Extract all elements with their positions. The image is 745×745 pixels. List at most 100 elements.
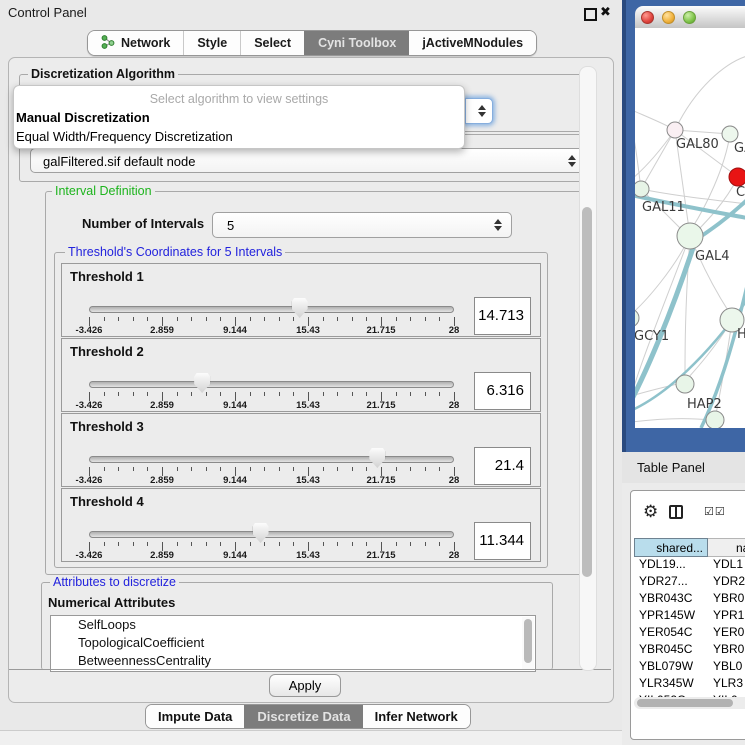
horizontal-scrollbar[interactable] bbox=[634, 697, 745, 709]
node-gal80[interactable] bbox=[667, 122, 683, 138]
node-partial[interactable] bbox=[706, 411, 724, 428]
network-nodes[interactable] bbox=[635, 122, 745, 428]
checkbox-icons[interactable]: ☑☑ bbox=[704, 505, 726, 518]
network-icon bbox=[101, 35, 115, 52]
threshold-value-field[interactable]: 21.4 bbox=[474, 447, 531, 485]
svg-text:GA: GA bbox=[734, 141, 745, 156]
top-tabstrip: Network Style Select Cyni Toolbox jActiv… bbox=[87, 30, 537, 56]
float-window-icon[interactable] bbox=[584, 8, 597, 21]
threshold-label: Threshold 4 bbox=[70, 494, 144, 509]
threshold-label: Threshold 2 bbox=[70, 344, 144, 359]
attribute-list-item[interactable]: BetweennessCentrality bbox=[51, 652, 535, 670]
scale-label: -3.426 bbox=[76, 325, 103, 336]
threshold-value-field[interactable]: 14.713 bbox=[474, 297, 531, 335]
node-gcy1[interactable] bbox=[635, 309, 639, 327]
threshold-panel-2: Threshold 2 6.316 -3.4262.8599.14415.432… bbox=[61, 338, 541, 412]
close-traffic-light-icon[interactable] bbox=[641, 11, 654, 24]
table-row[interactable]: YBL079WYBL0 bbox=[634, 659, 745, 676]
table-row[interactable]: YDL19...YDL1 bbox=[634, 557, 745, 574]
tab-select[interactable]: Select bbox=[240, 31, 304, 55]
svg-text:GAL80: GAL80 bbox=[676, 137, 719, 152]
scale-label: 2.859 bbox=[150, 400, 174, 411]
table-row[interactable]: YPR145WYPR1 bbox=[634, 608, 745, 625]
slider-ticks bbox=[89, 467, 455, 476]
threshold-value-field[interactable]: 6.316 bbox=[474, 372, 531, 410]
scale-label: 28 bbox=[449, 325, 460, 336]
slider-ticks bbox=[89, 542, 455, 551]
spinner-arrows-icon bbox=[494, 219, 501, 231]
columns-icon[interactable] bbox=[669, 505, 683, 519]
node-gal4[interactable] bbox=[677, 223, 703, 249]
attribute-list-item[interactable]: SelfLoops bbox=[51, 616, 535, 634]
panel-divider bbox=[9, 669, 611, 670]
tab-discretize-data[interactable]: Discretize Data bbox=[244, 705, 362, 728]
table-panel-header: Table Panel bbox=[622, 452, 745, 484]
list-scrollbar[interactable] bbox=[522, 617, 534, 670]
dropdown-option-equal-width[interactable]: Equal Width/Frequency Discretization bbox=[14, 127, 464, 146]
slider-ticks bbox=[89, 317, 455, 326]
scale-label: 9.144 bbox=[223, 325, 247, 336]
group-title: Attributes to discretize bbox=[50, 575, 179, 589]
scale-label: 21.715 bbox=[366, 400, 395, 411]
dropdown-prompt-item[interactable]: Select algorithm to view settings bbox=[14, 90, 464, 108]
node-gal11[interactable] bbox=[635, 181, 649, 197]
apply-button[interactable]: Apply bbox=[269, 674, 341, 697]
slider-handle[interactable] bbox=[369, 448, 385, 468]
interval-definition-group: Interval Definition Number of Intervals … bbox=[45, 191, 587, 575]
node-hap2[interactable] bbox=[676, 375, 694, 393]
zoom-traffic-light-icon[interactable] bbox=[683, 11, 696, 24]
scale-label: 15.43 bbox=[296, 475, 320, 486]
tab-style[interactable]: Style bbox=[183, 31, 240, 55]
slider-track[interactable] bbox=[89, 306, 454, 313]
slider-handle[interactable] bbox=[194, 373, 210, 393]
scrollbar-thumb[interactable] bbox=[524, 619, 532, 663]
table-data-combobox[interactable]: galFiltered.sif default node bbox=[30, 148, 586, 173]
tab-cyni-toolbox[interactable]: Cyni Toolbox bbox=[304, 31, 409, 55]
attribute-list-item[interactable]: TopologicalCoefficient bbox=[51, 634, 535, 652]
close-icon[interactable]: ✖ bbox=[600, 4, 611, 20]
minimize-traffic-light-icon[interactable] bbox=[662, 11, 675, 24]
tab-network[interactable]: Network bbox=[88, 31, 183, 55]
network-window-titlebar[interactable] bbox=[635, 6, 745, 29]
slider-track[interactable] bbox=[89, 531, 454, 538]
threshold-panel-4: Threshold 4 11.344 -3.4262.8599.14415.43… bbox=[61, 488, 541, 562]
group-title: Discretization Algorithm bbox=[28, 67, 178, 81]
scale-label: -3.426 bbox=[76, 400, 103, 411]
gear-icon[interactable]: ⚙ bbox=[643, 502, 658, 522]
slider-handle[interactable] bbox=[292, 298, 308, 318]
dropdown-option-manual[interactable]: Manual Discretization bbox=[14, 108, 464, 127]
table-row[interactable]: YBR043CYBR0 bbox=[634, 591, 745, 608]
numerical-attributes-list[interactable]: SelfLoopsTopologicalCoefficientBetweenne… bbox=[50, 615, 536, 672]
scrollbar-thumb[interactable] bbox=[637, 699, 733, 707]
node-labels: GAL80 GA C GAL11 GAL4 GCY1 H HAP2 bbox=[635, 137, 745, 412]
cyni-toolbox-panel: Discretization Algorithm Select algorith… bbox=[8, 57, 614, 703]
column-header-name[interactable]: name bbox=[708, 538, 745, 557]
tab-jactivemnodules[interactable]: jActiveMNodules bbox=[409, 31, 536, 55]
node-ga[interactable] bbox=[722, 126, 738, 142]
tab-infer-network[interactable]: Infer Network bbox=[363, 705, 470, 728]
number-of-intervals-label: Number of Intervals bbox=[82, 216, 204, 231]
table-row[interactable]: YDR27...YDR2 bbox=[634, 574, 745, 591]
slider-track[interactable] bbox=[89, 456, 454, 463]
column-header-shared-name[interactable]: shared... bbox=[634, 538, 708, 557]
scale-label: 28 bbox=[449, 550, 460, 561]
table-row[interactable]: YER054CYER0 bbox=[634, 625, 745, 642]
panel-scrollbar[interactable] bbox=[579, 66, 597, 671]
group-title: Interval Definition bbox=[52, 184, 155, 198]
network-canvas[interactable]: GAL80 GA C GAL11 GAL4 GCY1 H HAP2 bbox=[635, 28, 745, 428]
slider-track[interactable] bbox=[89, 381, 454, 388]
scrollbar-thumb[interactable] bbox=[582, 207, 592, 577]
algorithm-combobox[interactable] bbox=[465, 98, 493, 124]
threshold-value-field[interactable]: 11.344 bbox=[474, 522, 531, 560]
table-row[interactable]: YLR345WYLR3 bbox=[634, 676, 745, 693]
scale-label: -3.426 bbox=[76, 550, 103, 561]
slider-handle[interactable] bbox=[253, 523, 269, 543]
tab-impute-data[interactable]: Impute Data bbox=[146, 705, 244, 728]
threshold-label: Threshold 3 bbox=[70, 419, 144, 434]
number-of-intervals-spinner[interactable]: 5 bbox=[212, 212, 512, 238]
node-selected-red[interactable] bbox=[729, 168, 745, 186]
bottom-strip bbox=[0, 731, 622, 745]
table-row[interactable]: YBR045CYBR0 bbox=[634, 642, 745, 659]
scale-label: 2.859 bbox=[150, 325, 174, 336]
scale-label: 21.715 bbox=[366, 325, 395, 336]
